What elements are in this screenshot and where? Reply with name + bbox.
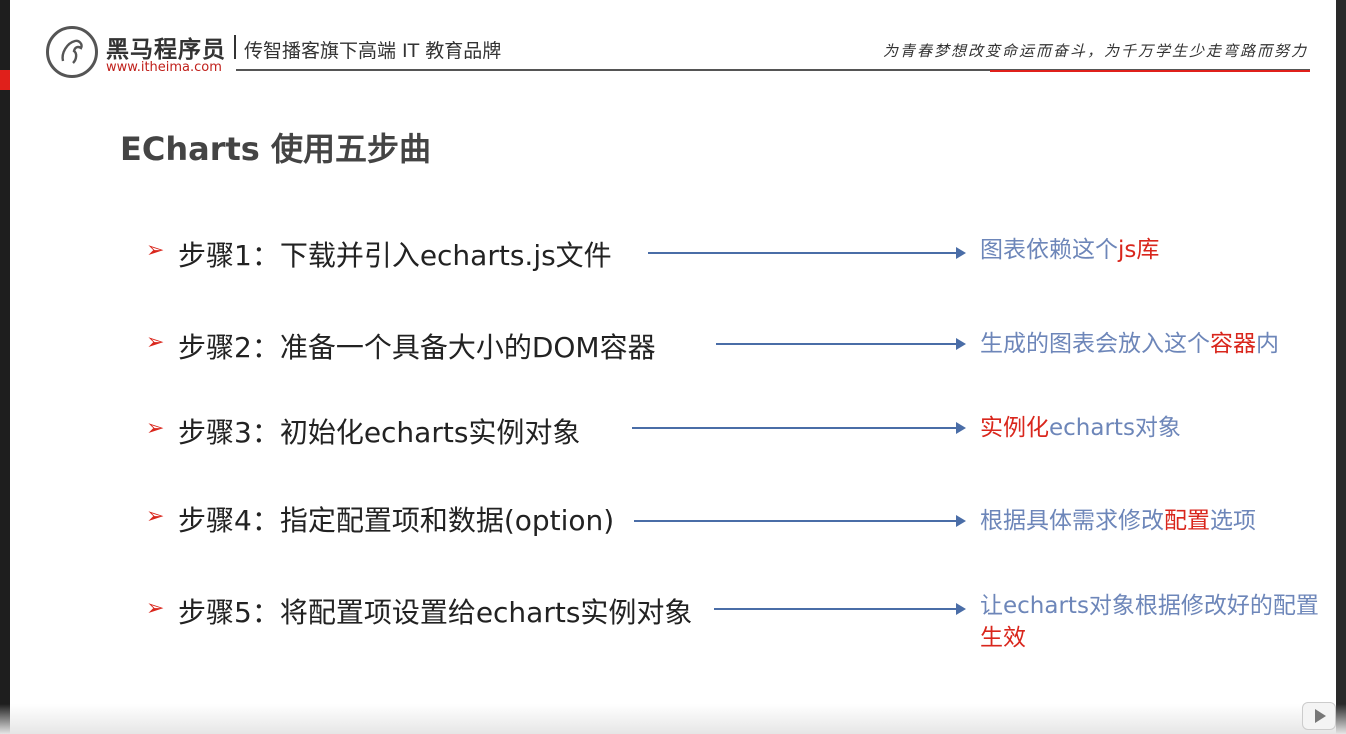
bullet-arrow-icon: ➢ <box>146 238 165 263</box>
step-5-note: 让echarts对象根据修改好的配置生效 <box>980 593 1319 651</box>
step-2-note: 生成的图表会放入这个容器内 <box>980 331 1279 357</box>
step-3-label: 步骤3：初始化echarts实例对象 <box>178 416 581 449</box>
header-accent-line <box>990 70 1310 72</box>
step-1-label: 步骤1：下载并引入echarts.js文件 <box>178 239 612 272</box>
step-3-note: 实例化echarts对象 <box>980 415 1181 441</box>
video-bottom-shade <box>0 704 1346 734</box>
horse-logo-icon <box>46 26 98 78</box>
header-separator <box>234 35 236 59</box>
slide-title: ECharts 使用五步曲 <box>120 130 431 168</box>
step-4-note: 根据具体需求修改配置选项 <box>980 508 1256 534</box>
brand-url: www.itheima.com <box>106 60 222 75</box>
step-2-label: 步骤2：准备一个具备大小的DOM容器 <box>178 331 656 364</box>
step-5-label: 步骤5：将配置项设置给echarts实例对象 <box>178 596 693 629</box>
brand-slogan: 传智播客旗下高端 IT 教育品牌 <box>244 40 502 62</box>
step-2-connector-arrow <box>716 338 966 350</box>
step-4-label: 步骤4：指定配置项和数据(option) <box>178 504 615 537</box>
bullet-arrow-icon: ➢ <box>146 330 165 355</box>
bullet-arrow-icon: ➢ <box>146 504 165 529</box>
bullet-arrow-icon: ➢ <box>146 596 165 621</box>
calligraphy-motto: 为青春梦想改变命运而奋斗，为千万学生少走弯路而努力 <box>882 42 1308 60</box>
presentation-slide: 黑马程序员 www.itheima.com 传智播客旗下高端 IT 教育品牌 为… <box>10 0 1336 734</box>
step-5-connector-arrow <box>714 603 966 615</box>
left-window-edge <box>0 0 10 734</box>
brand-name: 黑马程序员 <box>106 37 226 63</box>
step-1-connector-arrow <box>648 247 966 259</box>
step-1-note: 图表依赖这个js库 <box>980 237 1160 263</box>
bullet-arrow-icon: ➢ <box>146 416 165 441</box>
step-4-connector-arrow <box>634 515 966 527</box>
step-3-connector-arrow <box>632 422 966 434</box>
play-icon[interactable] <box>1302 702 1336 730</box>
